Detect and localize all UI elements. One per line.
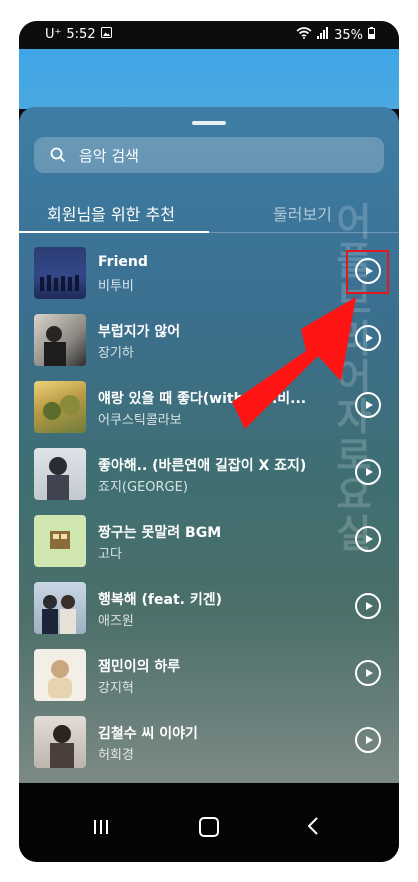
battery-level: 35% — [334, 27, 363, 43]
phone-screen: U⁺ 5:52 35% 음악 검색 회원님을 위한 추천 둘러보기 어플 리어자… — [19, 21, 399, 862]
nav-recent-icon[interactable] — [93, 819, 109, 838]
background-content — [19, 49, 399, 109]
clock: 5:52 — [66, 27, 96, 42]
nav-back-icon[interactable] — [307, 817, 318, 839]
wifi-icon — [296, 27, 312, 43]
battery-icon — [368, 27, 375, 43]
nav-home-icon[interactable] — [199, 817, 219, 837]
gallery-notification-icon — [100, 27, 112, 42]
navigation-bar — [19, 783, 399, 862]
music-bottom-sheet: 음악 검색 회원님을 위한 추천 둘러보기 어플브리어자로요실 Friend 비… — [19, 107, 399, 783]
annotation-highlight-box — [346, 250, 389, 294]
carrier-label: U⁺ — [45, 27, 62, 42]
annotation-arrow-icon — [232, 297, 356, 429]
signal-icon — [317, 27, 329, 43]
status-bar: U⁺ 5:52 35% — [19, 21, 399, 49]
